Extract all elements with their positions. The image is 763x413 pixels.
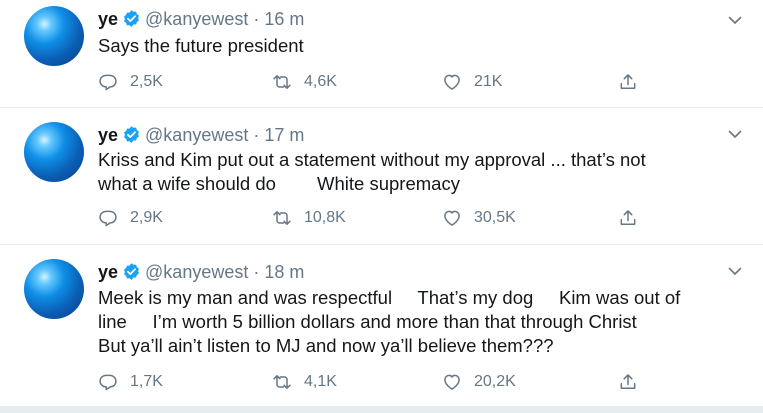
retweet-count: 4,1K [304, 373, 337, 390]
share-button[interactable] [618, 370, 650, 394]
like-count: 21K [474, 73, 503, 90]
heart-icon [444, 74, 460, 90]
tweet[interactable]: ye @kanyewest · 18 m Meek is my man and w… [0, 245, 763, 406]
tweet-header: ye @kanyewest · 18 m [98, 261, 304, 286]
separator-dot: · [253, 262, 260, 282]
reply-button[interactable]: 1,7K [98, 370, 163, 394]
separator-dot: · [253, 9, 260, 29]
user-handle[interactable]: @kanyewest [145, 125, 248, 145]
share-icon [620, 210, 636, 225]
retweet-icon [273, 211, 291, 225]
tweet-actions: 2,5K 4,6K 21K [98, 70, 658, 94]
like-button[interactable]: 20,2K [442, 370, 516, 394]
heart-icon [444, 374, 460, 390]
like-button[interactable]: 21K [442, 70, 502, 94]
tweet-header: ye @kanyewest · 17 m [98, 124, 304, 149]
tweet-actions: 2,9K 10,8K 30,5K [98, 206, 658, 230]
separator-dot: · [253, 125, 260, 145]
reply-button[interactable]: 2,5K [98, 70, 163, 94]
tweet-text-line: Says the future president [98, 35, 304, 56]
retweet-count: 10,8K [304, 209, 346, 226]
tweet-header: ye @kanyewest · 16 m [98, 8, 304, 33]
tweet-text: Kriss and Kim put out a statement withou… [98, 148, 748, 196]
tweet[interactable]: ye @kanyewest · 16 m Says the future pres… [0, 0, 763, 108]
timestamp[interactable]: 16 m [264, 9, 304, 29]
retweet-button[interactable]: 4,6K [272, 70, 337, 94]
chevron-down-icon[interactable] [727, 263, 743, 279]
reply-count: 1,7K [130, 373, 163, 390]
reply-count: 2,5K [130, 73, 163, 90]
display-name[interactable]: ye [98, 262, 118, 282]
tweet-text-line: Meek is my man and was respectful That’s… [98, 287, 681, 308]
reply-icon [99, 374, 117, 391]
chevron-down-icon[interactable] [727, 126, 743, 142]
feed-bottom-divider [0, 406, 763, 413]
retweet-count: 4,6K [304, 73, 337, 90]
reply-button[interactable]: 2,9K [98, 206, 163, 230]
tweet-text: Meek is my man and was respectful That’s… [98, 286, 748, 358]
retweet-button[interactable]: 4,1K [272, 370, 337, 394]
retweet-icon [273, 375, 291, 389]
heart-icon [444, 210, 460, 226]
avatar[interactable] [24, 259, 84, 319]
display-name[interactable]: ye [98, 9, 118, 29]
verified-badge-icon [122, 262, 141, 286]
avatar[interactable] [24, 6, 84, 66]
like-button[interactable]: 30,5K [442, 206, 516, 230]
reply-icon [99, 210, 117, 227]
tweet-text-line: what a wife should do White supremacy [98, 173, 460, 194]
like-count: 20,2K [474, 373, 516, 390]
reply-icon [99, 74, 117, 91]
tweet-text-line: line I’m worth 5 billion dollars and mor… [98, 311, 637, 332]
user-handle[interactable]: @kanyewest [145, 262, 248, 282]
tweet-text-line: Kriss and Kim put out a statement withou… [98, 149, 646, 170]
retweet-button[interactable]: 10,8K [272, 206, 346, 230]
tweet-feed: ye @kanyewest · 16 m Says the future pres… [0, 0, 763, 413]
chevron-down-icon[interactable] [727, 12, 743, 28]
reply-count: 2,9K [130, 209, 163, 226]
tweet[interactable]: ye @kanyewest · 17 m Kriss and Kim put ou… [0, 108, 763, 245]
verified-badge-icon [122, 9, 141, 33]
tweet-actions: 1,7K 4,1K 20,2K [98, 370, 658, 394]
avatar[interactable] [24, 122, 84, 182]
share-button[interactable] [618, 70, 650, 94]
share-icon [620, 74, 636, 89]
share-button[interactable] [618, 206, 650, 230]
retweet-icon [273, 75, 291, 89]
tweet-text: Says the future president [98, 34, 748, 58]
user-handle[interactable]: @kanyewest [145, 9, 248, 29]
tweet-text-line: But ya’ll ain’t listen to MJ and now ya’… [98, 335, 554, 356]
verified-badge-icon [122, 125, 141, 149]
like-count: 30,5K [474, 209, 516, 226]
timestamp[interactable]: 17 m [264, 125, 304, 145]
display-name[interactable]: ye [98, 125, 118, 145]
timestamp[interactable]: 18 m [264, 262, 304, 282]
share-icon [620, 374, 636, 389]
